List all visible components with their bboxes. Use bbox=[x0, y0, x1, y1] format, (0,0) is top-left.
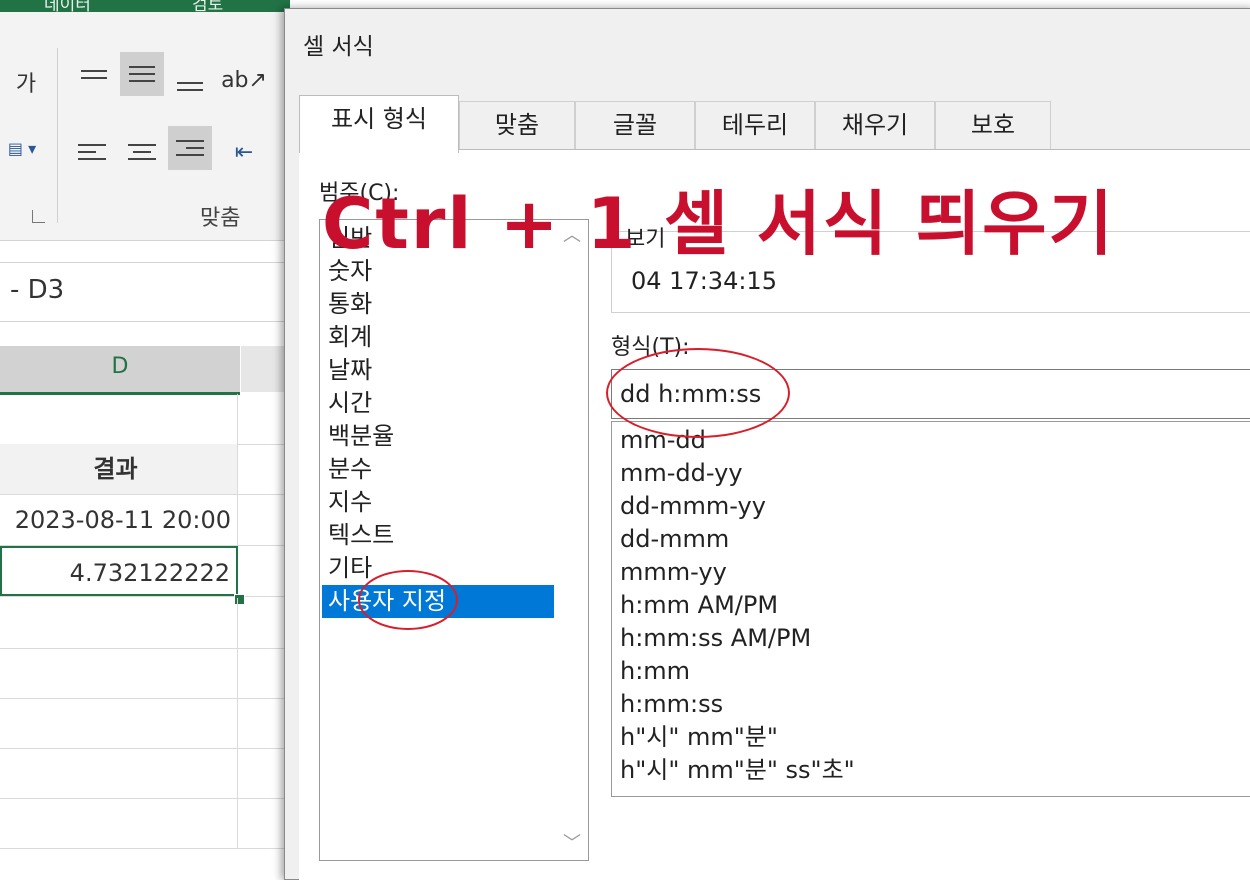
table-row bbox=[0, 798, 290, 849]
alignment-group-label: 맞춤 bbox=[200, 206, 241, 231]
highlight-circle-format bbox=[606, 348, 790, 438]
format-list[interactable]: mm-dd mm-dd-yy dd-mmm-yy dd-mmm mmm-yy h… bbox=[611, 421, 1250, 797]
sample-value: 04 17:34:15 bbox=[631, 267, 777, 295]
align-center-icon[interactable] bbox=[120, 130, 164, 174]
table-row: 4.732122222 bbox=[0, 546, 290, 597]
result-header-cell[interactable]: 결과 bbox=[0, 444, 238, 494]
list-item[interactable]: dd-mmm-yy bbox=[620, 490, 766, 523]
align-top-icon[interactable] bbox=[72, 52, 116, 96]
ribbon-separator bbox=[57, 48, 58, 223]
list-item[interactable]: dd-mmm bbox=[620, 523, 729, 556]
list-item[interactable]: h:mm AM/PM bbox=[620, 589, 778, 622]
tab-border[interactable]: 테두리 bbox=[695, 101, 815, 149]
align-right-icon[interactable] bbox=[168, 126, 212, 170]
tab-fill[interactable]: 채우기 bbox=[815, 101, 935, 149]
excel-window: 데이터 검토 가 ▤ ▾ ab↗ ⇤ 맞춤 - D3 D 결과 2023-08-… bbox=[0, 0, 290, 872]
list-item[interactable]: 텍스트 bbox=[322, 519, 554, 552]
category-list[interactable]: 일반 숫자 통화 회계 날짜 시간 백분율 분수 지수 텍스트 기타 사용자 지… bbox=[319, 219, 589, 861]
table-row bbox=[0, 748, 290, 799]
list-item[interactable]: 통화 bbox=[322, 288, 554, 321]
datetime-cell[interactable]: 2023-08-11 20:00 bbox=[0, 495, 238, 545]
formula-bar[interactable]: - D3 bbox=[0, 262, 290, 322]
empty-cell[interactable] bbox=[0, 748, 238, 798]
list-item[interactable]: h:mm bbox=[620, 655, 690, 688]
ribbon-tab-strip: 데이터 검토 bbox=[0, 0, 290, 15]
ribbon: 가 ▤ ▾ ab↗ ⇤ 맞춤 bbox=[0, 12, 290, 241]
list-item[interactable]: 회계 bbox=[322, 321, 554, 354]
empty-cell[interactable] bbox=[0, 648, 238, 698]
dialog-launcher-icon[interactable] bbox=[32, 210, 45, 223]
table-row bbox=[0, 648, 290, 699]
align-left-icon[interactable] bbox=[70, 130, 114, 174]
list-item[interactable]: 백분율 bbox=[322, 420, 554, 453]
empty-cell[interactable] bbox=[0, 598, 238, 648]
list-item[interactable]: h"시" mm"분" ss"초" bbox=[620, 754, 855, 787]
table-row: 2023-08-11 20:00 bbox=[0, 495, 290, 546]
scroll-down-icon[interactable]: ﹀ bbox=[562, 834, 582, 854]
list-item[interactable]: h:mm:ss AM/PM bbox=[620, 622, 811, 655]
highlight-circle-custom bbox=[358, 570, 458, 630]
list-item[interactable]: h"시" mm"분" bbox=[620, 721, 778, 754]
list-item[interactable]: 날짜 bbox=[322, 354, 554, 387]
empty-cell[interactable] bbox=[0, 798, 238, 848]
empty-cell[interactable] bbox=[0, 698, 238, 748]
tab-protection[interactable]: 보호 bbox=[935, 101, 1051, 149]
column-header-e[interactable] bbox=[241, 346, 290, 392]
table-row bbox=[0, 598, 290, 649]
table-row bbox=[0, 394, 290, 445]
selected-cell[interactable]: 4.732122222 bbox=[0, 546, 238, 596]
list-item[interactable]: mm-dd-yy bbox=[620, 457, 743, 490]
table-row: 결과 bbox=[0, 444, 290, 495]
list-item[interactable]: 지수 bbox=[322, 486, 554, 519]
tab-number[interactable]: 표시 형식 bbox=[299, 95, 459, 153]
wrap-text-icon[interactable]: ▤ ▾ bbox=[0, 126, 44, 170]
column-header-d[interactable]: D bbox=[0, 346, 240, 395]
dialog-title: 셀 서식 bbox=[303, 34, 374, 60]
empty-cell[interactable] bbox=[0, 394, 238, 444]
list-item[interactable]: h:mm:ss bbox=[620, 688, 723, 721]
table-row bbox=[0, 698, 290, 749]
tab-alignment[interactable]: 맞춤 bbox=[459, 101, 575, 149]
align-bottom-icon[interactable] bbox=[168, 64, 212, 108]
orientation-icon[interactable]: ab↗ bbox=[221, 58, 267, 102]
formula-text: - D3 bbox=[10, 275, 65, 305]
font-glyph-text: 가 bbox=[15, 72, 37, 97]
decrease-indent-icon[interactable]: ⇤ bbox=[222, 130, 266, 174]
format-cells-dialog: 셀 서식 표시 형식 맞춤 글꼴 테두리 채우기 보호 범주(C): 일반 숫자… bbox=[284, 8, 1250, 880]
tab-font[interactable]: 글꼴 bbox=[575, 101, 695, 149]
list-item[interactable]: 분수 bbox=[322, 453, 554, 486]
font-glyph-button[interactable]: 가 bbox=[4, 60, 48, 104]
list-item[interactable]: 시간 bbox=[322, 387, 554, 420]
annotation-title: Ctrl + 1 셀 서식 띄우기 bbox=[322, 183, 1115, 265]
list-item[interactable]: mmm-yy bbox=[620, 556, 727, 589]
align-middle-icon[interactable] bbox=[120, 52, 164, 96]
